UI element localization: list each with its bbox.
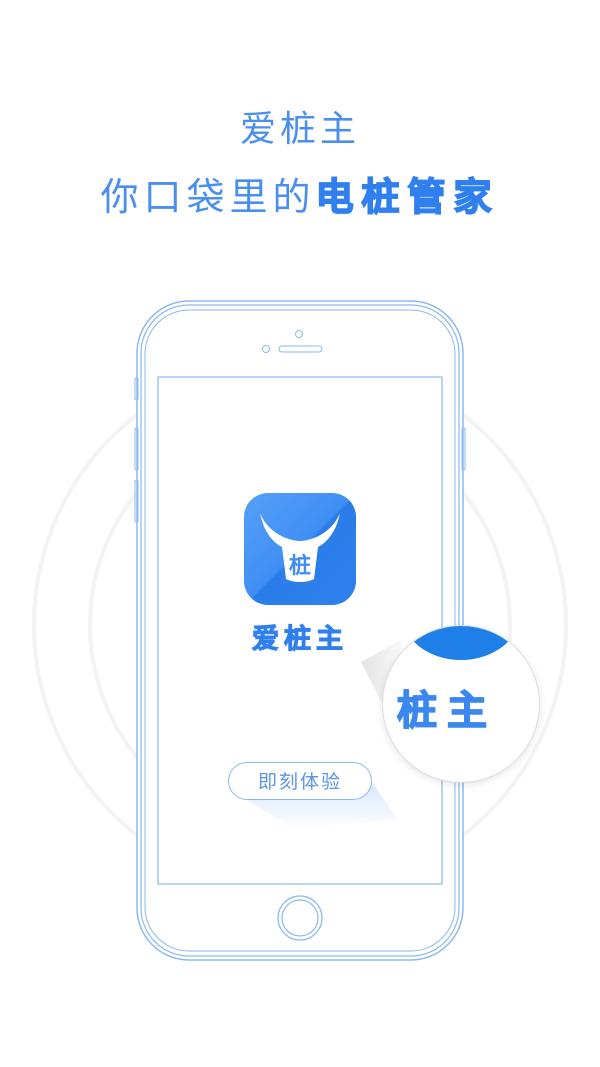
subtitle-regular: 你口袋里的	[100, 175, 316, 219]
phone-screen: 桩 爱桩主 即刻体验	[158, 377, 442, 884]
magnifier-callout: 桩主	[382, 625, 540, 783]
app-logo-icon: 桩	[244, 493, 356, 605]
page-subtitle: 你口袋里的电桩管家	[0, 166, 600, 221]
page-title: 爱桩主	[239, 109, 360, 150]
start-experience-button[interactable]: 即刻体验	[228, 762, 372, 800]
app-icon-badge-text: 桩	[289, 553, 311, 579]
magnified-text: 桩主	[396, 687, 497, 735]
subtitle-emphasis: 电桩管家	[315, 174, 500, 220]
bull-head-icon: 桩	[260, 513, 340, 582]
magnified-icon-edge	[401, 626, 521, 660]
